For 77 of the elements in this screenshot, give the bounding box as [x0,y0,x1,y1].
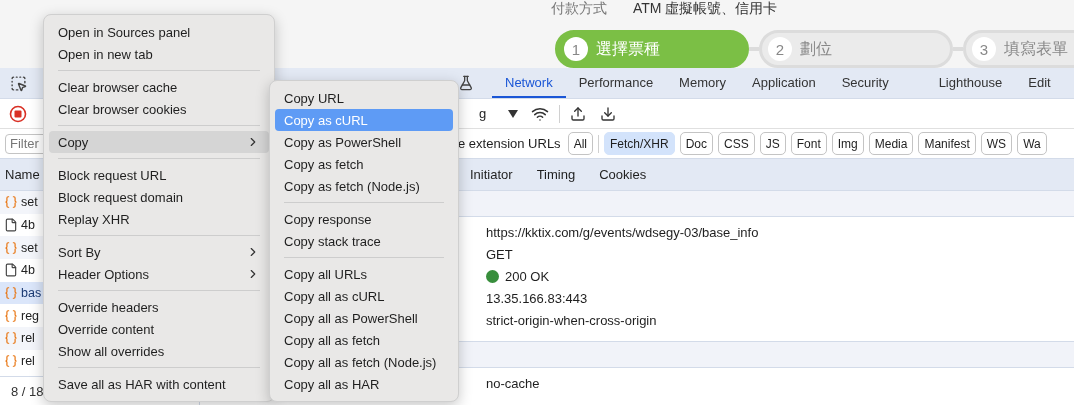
menu-item[interactable]: Copy all as cURL [275,285,453,307]
menu-item[interactable]: Copy response [275,208,453,230]
status-dot-icon [486,269,499,283]
header-value: 13.35.166.83:443 [486,290,588,306]
menu-item[interactable]: Override content [49,318,269,340]
menu-item[interactable]: Open in new tab [49,43,269,65]
detail-tab[interactable]: Timing [524,167,588,182]
menu-item[interactable]: Show all overrides [49,340,269,362]
menu-item[interactable]: Copy as fetch [275,153,453,175]
step-pill: 2 劃位 [759,30,953,68]
header-value: https://kktix.com/g/events/wdsegy-03/base_info [486,224,759,240]
dropdown-caret-icon[interactable] [508,109,519,118]
type-filter-chip[interactable]: Manifest [918,132,976,155]
type-filter-chip[interactable]: Media [868,132,914,155]
menu-item[interactable]: Replay XHR [49,208,269,230]
file-icon [4,218,18,233]
throttling-select[interactable]: g [479,106,487,121]
menu-item[interactable]: Copy all as fetch (Node.js) [275,351,453,373]
menu-item[interactable]: Copy as fetch (Node.js) [275,175,453,197]
request-count: 8 / 18 [11,383,44,399]
step-pill: 3 填寫表單 [963,30,1074,68]
upload-icon[interactable] [570,105,587,122]
braces-icon [4,331,18,346]
menu-item[interactable]: Copy all as PowerShell [275,307,453,329]
panel-tab[interactable]: Network [492,68,566,98]
header-value: strict-origin-when-cross-origin [486,312,657,328]
type-filter-chip[interactable]: Wa [1017,132,1047,155]
file-icon [4,263,18,278]
type-filter-chip[interactable]: WS [980,132,1013,155]
panel-tab[interactable]: Edit [1015,68,1064,98]
menu-item[interactable]: Clear browser cache [49,76,269,98]
braces-icon [4,286,18,301]
panel-tab[interactable]: Application [739,68,829,98]
stop-recording-icon[interactable] [9,104,27,123]
type-filter-chip[interactable]: All [567,132,593,155]
type-filter-chip[interactable]: Doc [679,132,713,155]
menu-item[interactable]: Copy stack trace [275,230,453,252]
checkbox-label: e extension URLs [458,136,561,151]
menu-item[interactable]: Copy URL [275,87,453,109]
panel-tab[interactable]: Memory [666,68,740,98]
braces-icon [4,240,18,255]
inspect-icon[interactable] [10,74,27,92]
header-value: 200 OK [505,268,550,284]
menu-item[interactable]: Save all as HAR with content [49,373,269,395]
menu-item[interactable]: Block request domain [49,186,269,208]
detail-tab[interactable]: Initiator [458,167,525,182]
type-filter-chip[interactable]: Font [790,132,827,155]
download-icon[interactable] [600,105,617,122]
column-header: Name [5,167,40,182]
menu-item[interactable]: Header Options [49,263,269,285]
step-pill: 1 選擇票種 [555,30,749,68]
menu-item[interactable]: Open in Sources panel [49,21,269,43]
panel-tab[interactable]: Security [828,68,902,98]
type-filter-chip[interactable]: CSS [718,132,755,155]
header-value: no-cache [486,375,540,391]
braces-icon [4,354,18,369]
type-filter-chip[interactable]: JS [759,132,786,155]
type-filter-chip[interactable]: Img [831,132,864,155]
menu-item[interactable]: Copy all URLs [275,263,453,285]
header-value: GET [486,246,513,262]
panel-tab[interactable]: Lighthouse [925,68,1016,98]
type-filter-chip[interactable]: Fetch/XHR [603,132,675,155]
menu-item[interactable]: Sort By [49,241,269,263]
menu-item[interactable]: Block request URL [49,164,269,186]
panel-tab[interactable]: Performance [565,68,667,98]
menu-item[interactable]: Clear browser cookies [49,98,269,120]
field-value: ATM 虛擬帳號、信用卡 [633,0,778,18]
menu-item[interactable]: Copy [49,131,269,153]
menu-item[interactable]: Copy all as fetch [275,329,453,351]
braces-icon [4,308,18,323]
menu-item[interactable]: Copy as PowerShell [275,131,453,153]
braces-icon [4,195,18,210]
flask-icon [458,75,474,91]
menu-item[interactable]: Override headers [49,296,269,318]
field-label: 付款方式 [551,0,607,18]
menu-item[interactable]: Copy all as HAR [275,373,453,395]
detail-tab[interactable]: Cookies [587,167,659,182]
